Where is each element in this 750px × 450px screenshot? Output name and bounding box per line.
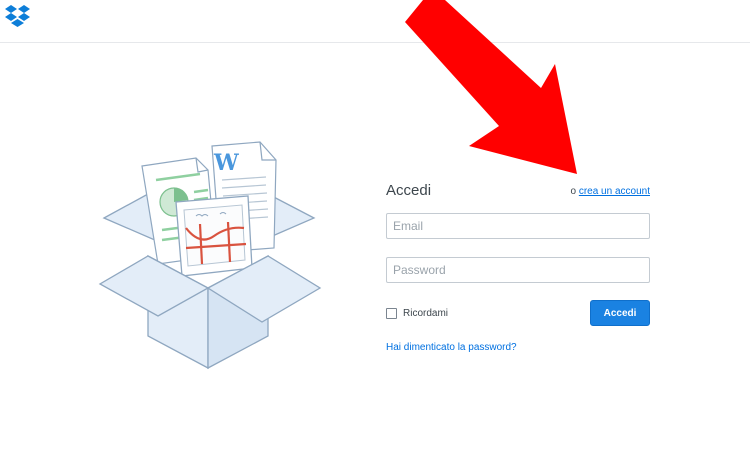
signup-row: o crea un account [570, 186, 650, 197]
red-arrow-icon [405, 0, 577, 174]
top-bar [0, 0, 750, 43]
login-form: Accedi o crea un account Ricordami Acced… [386, 180, 650, 353]
box-documents-illustration: W [98, 141, 322, 370]
remember-me[interactable]: Ricordami [386, 308, 448, 319]
email-field[interactable] [386, 213, 650, 239]
login-button[interactable]: Accedi [590, 300, 650, 326]
forgot-password-link[interactable]: Hai dimenticato la password? [386, 342, 517, 353]
or-text: o [570, 186, 577, 197]
doc-letter: W [213, 150, 239, 176]
dropbox-logo-icon[interactable] [4, 4, 31, 29]
remember-label: Ricordami [403, 308, 449, 319]
login-header: Accedi o crea un account [386, 180, 650, 202]
remember-checkbox[interactable] [386, 308, 397, 319]
password-field[interactable] [386, 257, 650, 283]
photo-bridge-icon [175, 195, 253, 277]
create-account-link[interactable]: crea un account [579, 186, 650, 197]
login-title: Accedi [386, 182, 432, 199]
